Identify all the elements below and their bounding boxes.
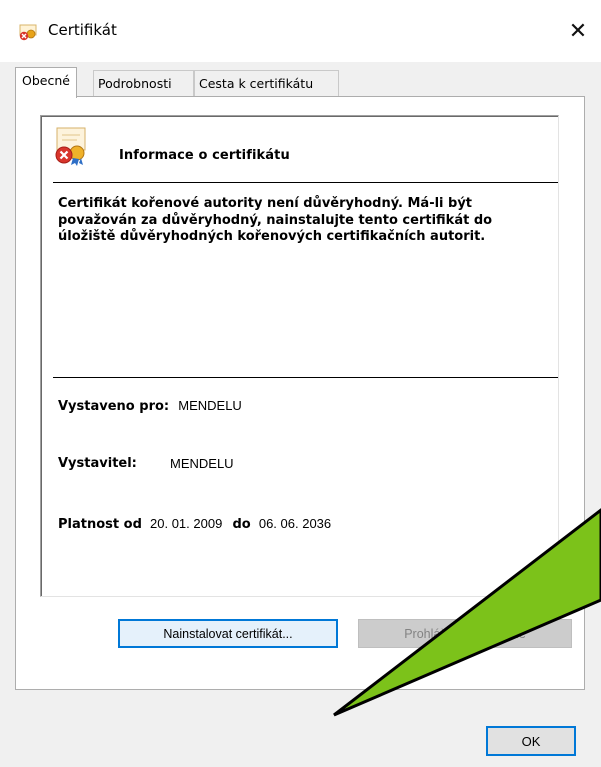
close-icon: ✕ (568, 18, 588, 44)
issued-to-label: Vystaveno pro: (58, 399, 170, 414)
divider (53, 182, 558, 183)
divider (53, 377, 558, 378)
issued-to-row: Vystaveno pro: MENDELU (58, 398, 242, 414)
issuer-row: Vystavitel: MENDELU (58, 456, 234, 471)
issuer-statement-button[interactable]: Prohlášení vystavitele (358, 619, 572, 648)
tab-general[interactable]: Obecné (15, 67, 77, 98)
validity-to-value: 06. 06. 2036 (258, 516, 332, 531)
certificate-info-box: Informace o certifikátu Certifikát kořen… (40, 115, 559, 597)
ok-button[interactable]: OK (486, 726, 576, 756)
validity-from-label: Platnost od (58, 517, 142, 532)
validity-to-label: do (232, 517, 251, 532)
trust-warning-text: Certifikát kořenové autority není důvěry… (58, 196, 493, 244)
install-certificate-button[interactable]: Nainstalovat certifikát... (118, 619, 338, 648)
certificate-error-icon (19, 24, 37, 41)
window-title: Certifikát (48, 21, 117, 39)
issuer-value: MENDELU (170, 456, 234, 471)
issued-to-value: MENDELU (178, 398, 242, 413)
certificate-error-icon (55, 127, 86, 166)
info-title: Informace o certifikátu (119, 148, 290, 163)
tab-certification-path[interactable]: Cesta k certifikátu (194, 70, 339, 97)
validity-from-value: 20. 01. 2009 (150, 516, 223, 531)
issuer-label: Vystavitel: (58, 456, 137, 471)
title-bar: Certifikát ✕ (0, 0, 601, 62)
validity-row: Platnost od 20. 01. 2009 do 06. 06. 2036 (58, 516, 331, 532)
tab-details[interactable]: Podrobnosti (93, 70, 194, 97)
close-button[interactable]: ✕ (555, 0, 601, 62)
tab-panel-general: Informace o certifikátu Certifikát kořen… (15, 96, 585, 690)
